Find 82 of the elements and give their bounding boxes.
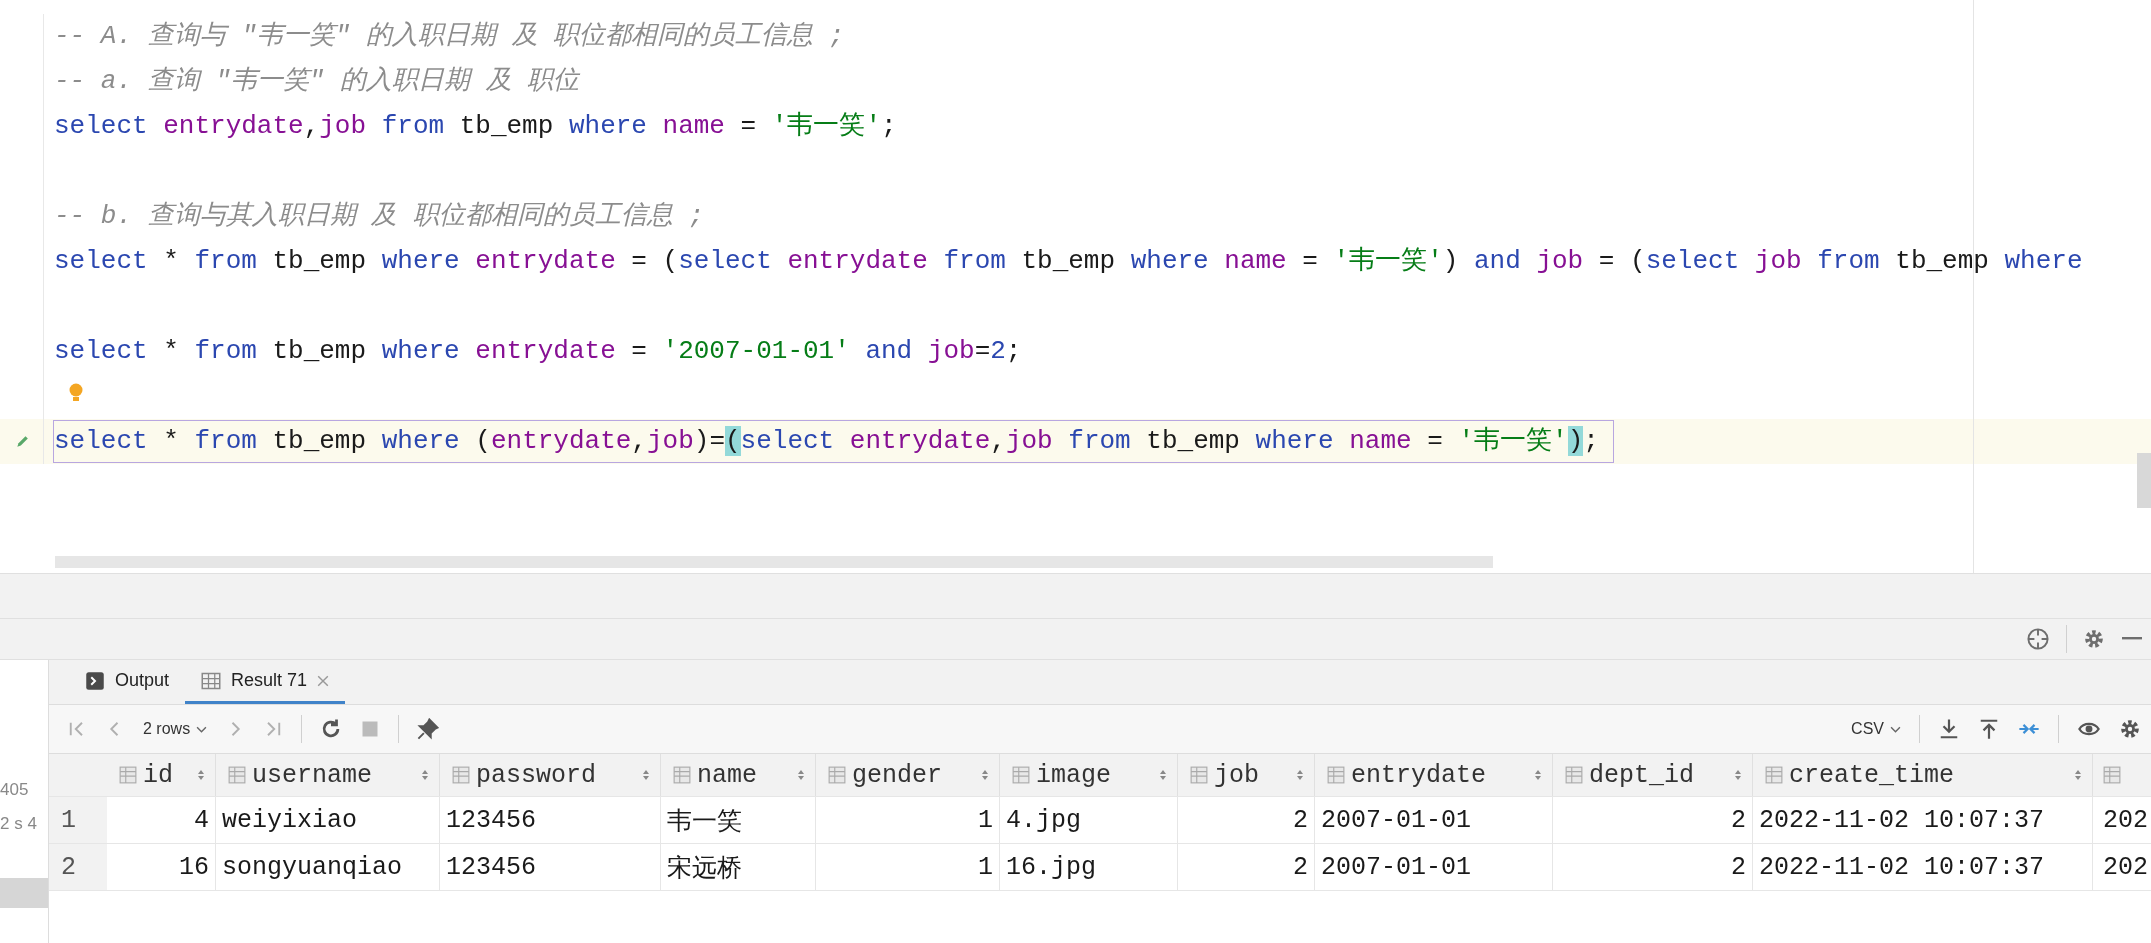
code-line: -- A. 查询与 "韦一笑" 的入职日期 及 职位都相同的员工信息 ; [53, 20, 845, 53]
table-cell: 123456 [440, 844, 661, 890]
table-cell: 16 [107, 844, 216, 890]
column-header[interactable]: id [107, 754, 216, 796]
column-icon [228, 766, 246, 784]
sort-icon[interactable] [197, 769, 205, 781]
table-cell: 2007-01-01 [1315, 844, 1553, 890]
column-icon [452, 766, 470, 784]
rows-dropdown[interactable]: 2 rows [143, 720, 208, 738]
code-line: select * from tb_emp where entrydate = '2007-01-01' and job=2; [53, 335, 1022, 368]
table-cell: 2007-01-01 [1315, 797, 1553, 843]
column-header[interactable]: dept_id [1553, 754, 1753, 796]
row-number: 2 [49, 844, 107, 890]
table-cell: 2022-11-02 10:07:37 [1753, 844, 2093, 890]
table-cell: 2 [1178, 844, 1315, 890]
stop-icon[interactable] [360, 719, 381, 739]
table-cell: 4.jpg [1000, 797, 1178, 843]
minimize-icon[interactable] [2121, 637, 2143, 641]
table-icon [201, 670, 222, 691]
sort-icon[interactable] [1534, 769, 1542, 781]
target-icon[interactable] [2026, 627, 2050, 651]
log-text: 2 s 4 [0, 814, 38, 834]
code-line: -- a. 查询 "韦一笑" 的入职日期 及 职位 [53, 65, 580, 98]
download-icon[interactable] [1938, 718, 1960, 740]
scrollbar[interactable] [55, 556, 1493, 568]
sort-icon[interactable] [1734, 769, 1742, 781]
caret-icon [1890, 725, 1901, 733]
column-icon [1012, 766, 1030, 784]
settings-icon[interactable] [2083, 628, 2105, 650]
column-icon [2103, 766, 2121, 784]
sort-icon[interactable] [2074, 769, 2082, 781]
table-cell: 宋远桥 [661, 844, 816, 890]
settings-icon[interactable] [2119, 718, 2141, 740]
column-header[interactable]: image [1000, 754, 1178, 796]
column-header[interactable]: name [661, 754, 816, 796]
column-icon [1190, 766, 1208, 784]
table-cell: 123456 [440, 797, 661, 843]
code-line: select entrydate,job from tb_emp where name = '韦一笑'; [53, 110, 897, 143]
table-cell: 202 [2093, 844, 2151, 890]
table-cell: songyuanqiao [216, 844, 440, 890]
table-cell: 1 [816, 797, 1000, 843]
lightbulb-icon[interactable] [68, 381, 84, 404]
column-icon [673, 766, 691, 784]
column-icon [1327, 766, 1345, 784]
column-icon [828, 766, 846, 784]
code-line: -- b. 查询与其入职日期 及 职位都相同的员工信息 ; [53, 200, 705, 233]
log-text: 405 [0, 780, 30, 800]
table-cell: 韦一笑 [661, 797, 816, 843]
result-tab[interactable]: Output [69, 660, 186, 704]
column-icon [1765, 766, 1783, 784]
sort-icon[interactable] [642, 769, 650, 781]
column-header[interactable]: entrydate [1315, 754, 1553, 796]
sort-icon[interactable] [1159, 769, 1167, 781]
column-header[interactable]: gender [816, 754, 1000, 796]
table-cell: 2022-11-02 10:07:37 [1753, 797, 2093, 843]
table-cell: 202 [2093, 797, 2151, 843]
column-icon [1565, 766, 1583, 784]
column-header[interactable]: password [440, 754, 661, 796]
table-cell: 4 [107, 797, 216, 843]
scrollbar[interactable] [2137, 453, 2151, 508]
column-header[interactable]: job [1178, 754, 1315, 796]
sort-icon[interactable] [797, 769, 805, 781]
upload-icon[interactable] [1978, 718, 2000, 740]
table-cell: 1 [816, 844, 1000, 890]
pin-icon[interactable] [417, 718, 440, 740]
table-cell: weiyixiao [216, 797, 440, 843]
caret-icon [196, 725, 208, 733]
sort-icon[interactable] [421, 769, 429, 781]
column-header[interactable]: create_time [1753, 754, 2093, 796]
column-icon [119, 766, 137, 784]
table-cell: 2 [1553, 797, 1753, 843]
sort-icon[interactable] [1296, 769, 1304, 781]
column-header[interactable]: username [216, 754, 440, 796]
table-cell: 16.jpg [1000, 844, 1178, 890]
row-number: 1 [49, 797, 107, 843]
format-dropdown[interactable]: CSV [1851, 720, 1901, 738]
console-icon [85, 670, 105, 691]
code-line: select * from tb_emp where entrydate = (select entrydate from tb_emp where name = '韦一笑') and job = (select job from tb_emp where [53, 245, 2083, 278]
sort-icon[interactable] [981, 769, 989, 781]
close-icon[interactable] [317, 674, 330, 687]
table-cell: 2 [1553, 844, 1753, 890]
table-cell: 2 [1178, 797, 1315, 843]
